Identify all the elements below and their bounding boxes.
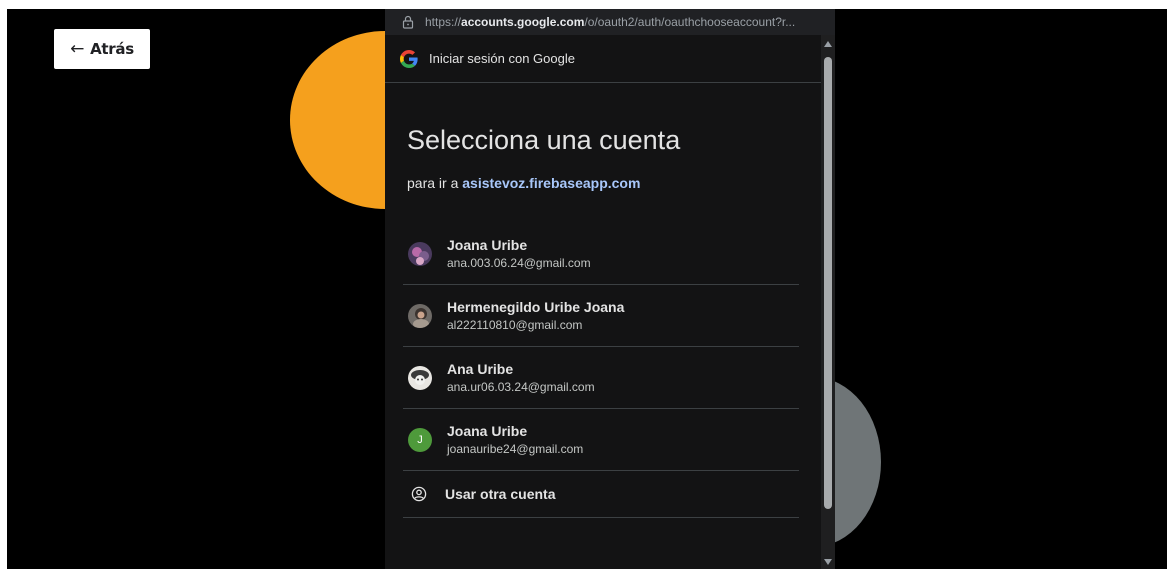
account-email: ana.003.06.24@gmail.com [447,256,591,270]
account-text: Hermenegildo Uribe Joana al222110810@gma… [447,299,624,332]
account-circle-icon [411,486,427,502]
google-signin-popup: https://accounts.google.com/o/oauth2/aut… [385,9,835,569]
arrow-left-icon: ← [70,39,85,59]
account-item[interactable]: J Joana Uribe joanauribe24@gmail.com [403,409,799,471]
popup-scrollbar[interactable] [821,35,835,569]
url-prefix: https:// [425,15,462,29]
url-bar[interactable]: https://accounts.google.com/o/oauth2/aut… [385,9,835,35]
back-button-label: Atrás [90,40,134,58]
scrollbar-thumb[interactable] [824,57,832,509]
use-another-account-label: Usar otra cuenta [445,486,556,502]
account-name: Joana Uribe [447,423,528,439]
scroll-up-icon[interactable] [824,41,832,47]
account-item[interactable]: Joana Uribe ana.003.06.24@gmail.com [403,223,799,285]
avatar [408,303,432,328]
account-email: al222110810@gmail.com [447,318,583,332]
account-email: ana.ur06.03.24@gmail.com [447,380,595,394]
account-name: Ana Uribe [447,361,514,377]
account-item[interactable]: Ana Uribe ana.ur06.03.24@gmail.com [403,347,799,409]
account-item[interactable]: Hermenegildo Uribe Joana al222110810@gma… [403,285,799,347]
page-title: Selecciona una cuenta [407,125,681,155]
page-subtitle: para ir a asistevoz.firebaseapp.com [407,175,640,191]
screen: ← Atrás https://accounts.google.com/o/oa… [7,9,1167,569]
app-domain-link[interactable]: asistevoz.firebaseapp.com [462,175,640,191]
subtitle-prefix: para ir a [407,175,463,191]
back-button[interactable]: ← Atrás [54,29,150,69]
account-text: Joana Uribe joanauribe24@gmail.com [447,423,583,456]
avatar [408,365,432,390]
avatar: J [408,427,432,452]
google-logo-icon [400,49,418,68]
account-name: Joana Uribe [447,237,528,253]
avatar [408,241,432,266]
use-another-account-button[interactable]: Usar otra cuenta [403,471,799,518]
header-title: Iniciar sesión con Google [429,51,575,66]
account-list: Joana Uribe ana.003.06.24@gmail.com Herm… [403,223,799,518]
account-text: Ana Uribe ana.ur06.03.24@gmail.com [447,361,595,394]
scroll-down-icon[interactable] [824,559,832,565]
account-text: Joana Uribe ana.003.06.24@gmail.com [447,237,591,270]
site-info-icon[interactable] [401,15,415,29]
url-path: /o/oauth2/auth/oauthchooseaccount?r... [584,15,796,29]
url-host: accounts.google.com [461,15,585,29]
account-name: Hermenegildo Uribe Joana [447,299,625,315]
popup-header: Iniciar sesión con Google [385,35,821,83]
account-email: joanauribe24@gmail.com [447,442,584,456]
